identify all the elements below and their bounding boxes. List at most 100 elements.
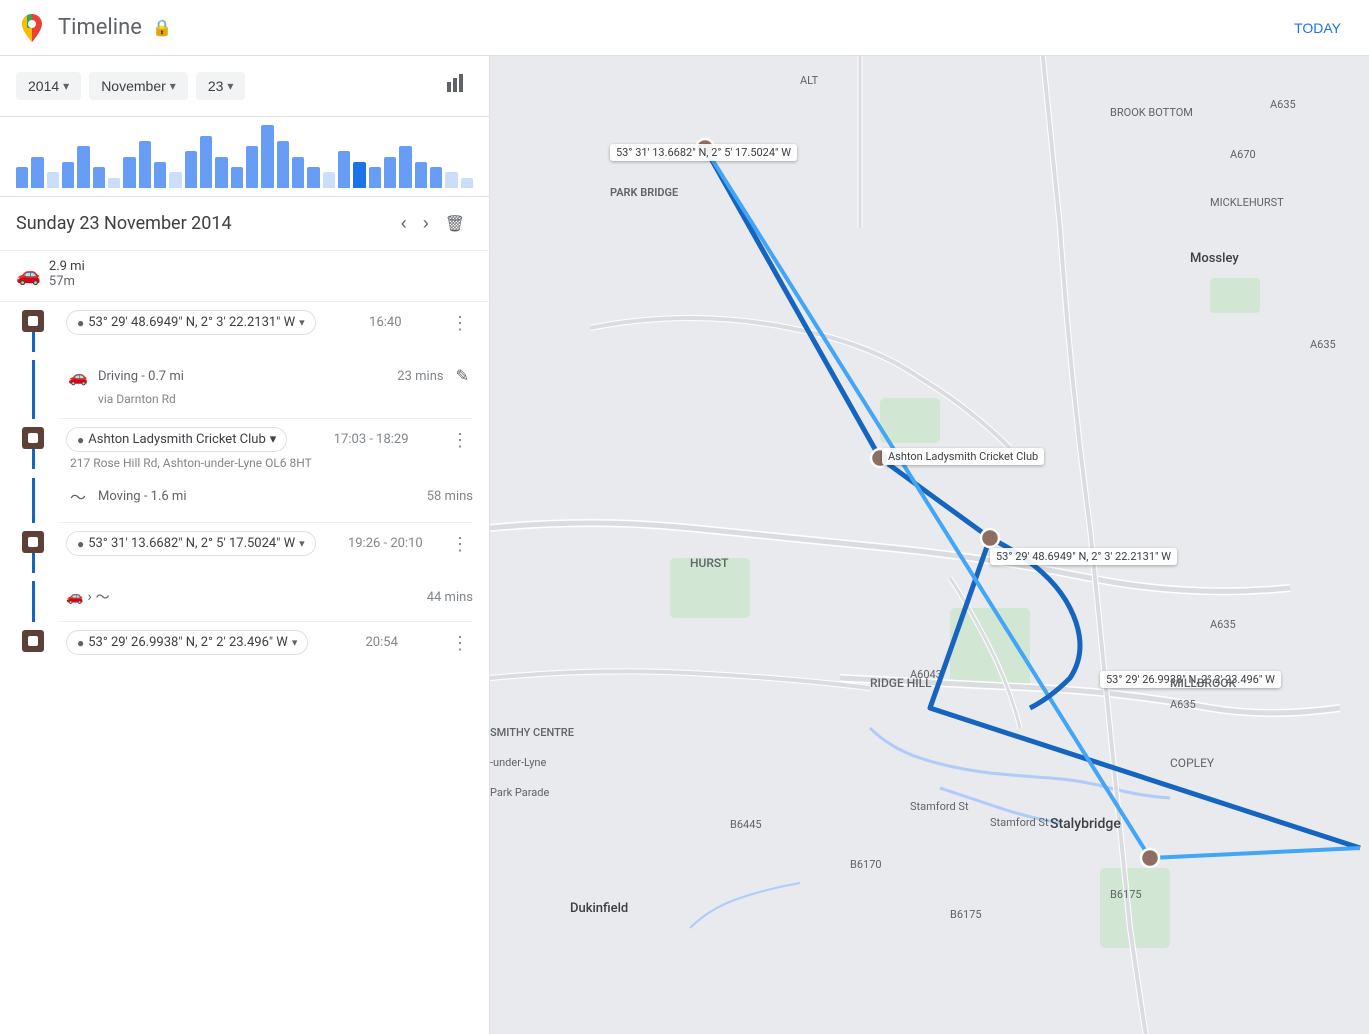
stop-4-more-button[interactable]: ⋮: [447, 634, 473, 652]
vertical-line-1: [32, 332, 35, 352]
duration-stat: 57m: [49, 274, 85, 289]
map-label-smithy-centre: SMITHY CENTRE: [490, 726, 574, 739]
year-chevron-icon: ▾: [63, 79, 69, 93]
timeline-stop-4: ● 53° 29′ 26.9938″ N, 2° 2′ 23.496″ W ▾ …: [0, 622, 489, 663]
driving-1-edit-button[interactable]: ✎: [452, 366, 473, 386]
map-label-millbrook: MILLBROOK: [1170, 676, 1236, 690]
svg-text:A635: A635: [1170, 698, 1196, 711]
chart-bar-26: [415, 162, 427, 188]
header-left: Timeline 🔒: [16, 12, 172, 44]
car-icon: 🚗: [16, 262, 41, 286]
map-coord-label-1: 53° 31′ 13.6682″ N, 2° 5′ 17.5024″ W: [610, 144, 797, 161]
timeline-line-col-4: [8, 630, 58, 652]
map-label-park-parade: Park Parade: [490, 786, 549, 799]
driving-segment-1: 🚗 Driving - 0.7 mi 23 mins ✎ via Darnton…: [0, 360, 489, 419]
map-label-dukinfield: Dukinfield: [570, 901, 628, 916]
chart-bar-7: [123, 157, 135, 189]
stop-3-time: 19:26 - 20:10: [348, 536, 423, 551]
stats-text: 2.9 mi 57m: [49, 259, 85, 289]
chart-bar-0: [16, 167, 28, 188]
stats-row: 🚗 2.9 mi 57m: [0, 251, 489, 302]
stop-3-coords-chip[interactable]: ● 53° 31′ 13.6682″ N, 2° 5′ 17.5024″ W ▾: [66, 531, 316, 556]
timeline-place-1: ● Ashton Ladysmith Cricket Club ▾ 17:03 …: [0, 419, 489, 478]
prev-day-button[interactable]: ‹: [393, 209, 415, 238]
map-label-copley: COPLEY: [1170, 756, 1214, 770]
map-label-mossley: Mossley: [1190, 251, 1239, 266]
moving-duration: 58 mins: [427, 489, 473, 504]
chart-bar-29: [461, 178, 473, 189]
stop-1-row: ● 53° 29′ 48.6949″ N, 2° 3′ 22.2131″ W ▾…: [66, 310, 473, 335]
stop-3-row: ● 53° 31′ 13.6682″ N, 2° 5′ 17.5024″ W ▾…: [66, 531, 473, 556]
chart-bar-22: [353, 162, 365, 188]
main-content: 2014 ▾ November ▾ 23 ▾: [0, 56, 1369, 1034]
chart-bar-5: [93, 167, 105, 188]
dot-icon-1: ●: [77, 316, 84, 330]
chart-bar-20: [323, 172, 335, 188]
month-dropdown[interactable]: November ▾: [89, 72, 188, 100]
driving-1-via: via Darnton Rd: [66, 392, 473, 410]
map-label-stamford-1: Stamford St: [910, 800, 969, 813]
map-coord-label-2: 53° 29′ 48.6949″ N, 2° 3′ 22.2131″ W: [990, 548, 1177, 565]
next-day-button[interactable]: ›: [415, 209, 437, 238]
stop-4-content: ● 53° 29′ 26.9938″ N, 2° 2′ 23.496″ W ▾ …: [58, 630, 473, 655]
app-title: Timeline: [58, 15, 142, 40]
timeline: ● 53° 29′ 48.6949″ N, 2° 3′ 22.2131″ W ▾…: [0, 302, 489, 663]
day-dropdown[interactable]: 23 ▾: [196, 72, 246, 100]
distance-stat: 2.9 mi: [49, 259, 85, 274]
mixed-arrow-icon: ›: [87, 589, 91, 605]
vertical-line-2: [32, 449, 35, 469]
mixed-line-col: [8, 581, 58, 622]
stop-marker-1: [22, 310, 44, 332]
map-label-hurst: HURST: [690, 556, 729, 570]
timeline-line-col-2: [8, 427, 58, 469]
svg-text:B6175: B6175: [1110, 888, 1142, 901]
map-area[interactable]: A670 A635 A635 A635 A635 A6043 B6445 B61…: [490, 56, 1369, 1034]
place-1-chevron-icon: ▾: [270, 432, 277, 447]
moving-content: 〜 Moving - 1.6 mi 58 mins: [58, 478, 473, 523]
stop-3-chevron-icon: ▾: [299, 537, 305, 550]
stop-4-chevron-icon: ▾: [292, 636, 298, 649]
sidebar: 2014 ▾ November ▾ 23 ▾: [0, 56, 490, 1034]
chart-bar-13: [215, 157, 227, 189]
stop-marker-2: [22, 427, 44, 449]
today-button[interactable]: TODAY: [1282, 14, 1353, 42]
month-chevron-icon: ▾: [170, 79, 176, 93]
chart-bar-21: [338, 151, 350, 188]
bar-chart-icon: [445, 72, 467, 94]
mixed-duration: 44 mins: [427, 590, 473, 605]
day-title: Sunday 23 November 2014: [16, 213, 393, 234]
driving-1-content: 🚗 Driving - 0.7 mi 23 mins ✎ via Darnton…: [58, 360, 473, 419]
chart-bar-25: [399, 146, 411, 188]
svg-text:A635: A635: [1270, 98, 1296, 111]
date-selector: 2014 ▾ November ▾ 23 ▾: [0, 56, 489, 117]
driving-1-label: Driving - 0.7 mi: [98, 369, 389, 384]
year-dropdown[interactable]: 2014 ▾: [16, 72, 81, 100]
chart-bar-15: [246, 146, 258, 188]
svg-text:B6445: B6445: [730, 818, 762, 831]
place-1-content: ● Ashton Ladysmith Cricket Club ▾ 17:03 …: [58, 427, 473, 470]
place-1-row: ● Ashton Ladysmith Cricket Club ▾ 17:03 …: [66, 427, 473, 452]
stop-1-content: ● 53° 29′ 48.6949″ N, 2° 3′ 22.2131″ W ▾…: [58, 310, 473, 335]
delete-day-button[interactable]: 🗑: [437, 210, 473, 238]
moving-icon: 〜: [66, 484, 90, 508]
day-header: Sunday 23 November 2014 ‹ › 🗑: [0, 197, 489, 251]
stop-3-more-button[interactable]: ⋮: [447, 535, 473, 553]
svg-text:A635: A635: [1210, 618, 1236, 631]
place-1-chip[interactable]: ● Ashton Ladysmith Cricket Club ▾: [66, 427, 287, 452]
map-coord-label-cricket: Ashton Ladysmith Cricket Club: [882, 448, 1044, 465]
mixed-content: 🚗 › 〜 44 mins: [58, 581, 473, 622]
chart-bar-27: [430, 167, 442, 188]
driving-1-row: 🚗 Driving - 0.7 mi 23 mins ✎: [66, 360, 473, 392]
chart-bar-28: [445, 172, 457, 188]
svg-text:A670: A670: [1230, 148, 1256, 161]
place-1-address: 217 Rose Hill Rd, Ashton-under-Lyne OL6 …: [66, 452, 473, 470]
mixed-segment: 🚗 › 〜 44 mins: [0, 581, 489, 622]
map-label-ridge-hill: RIDGE HILL: [870, 676, 932, 690]
chart-bar-4: [77, 146, 89, 188]
chart-view-button[interactable]: [439, 66, 473, 106]
stop-4-coords-chip[interactable]: ● 53° 29′ 26.9938″ N, 2° 2′ 23.496″ W ▾: [66, 630, 308, 655]
stop-1-coords-chip[interactable]: ● 53° 29′ 48.6949″ N, 2° 3′ 22.2131″ W ▾: [66, 310, 316, 335]
stop-1-more-button[interactable]: ⋮: [447, 314, 473, 332]
header: Timeline 🔒 TODAY: [0, 0, 1369, 56]
place-1-more-button[interactable]: ⋮: [447, 431, 473, 449]
